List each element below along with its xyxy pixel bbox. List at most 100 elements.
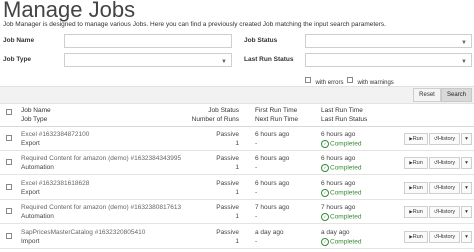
- chevron-down-icon: ▼: [221, 59, 227, 65]
- with-warnings-checkbox[interactable]: [347, 76, 353, 83]
- history-button[interactable]: ↺History: [429, 206, 460, 219]
- number-of-runs: 1: [235, 188, 239, 196]
- row-actions-dropdown[interactable]: ▾: [461, 206, 472, 219]
- job-status-label: Job Status: [244, 37, 278, 44]
- row-select-checkbox[interactable]: [6, 159, 12, 166]
- last-run-status-label: Completed: [330, 213, 362, 221]
- job-type: Automation: [21, 164, 54, 172]
- check-circle-icon: ✓: [321, 213, 329, 222]
- last-run-status-label: Completed: [330, 238, 362, 246]
- header-first-run-time[interactable]: First Run Time: [255, 107, 297, 114]
- next-run-time: -: [255, 237, 258, 245]
- run-button[interactable]: ▶Run: [404, 181, 428, 194]
- page-title: Manage Jobs: [3, 0, 136, 22]
- table-row: Excel #1632381618628 Export Passive 1 6 hour…: [0, 176, 474, 200]
- row-actions-dropdown[interactable]: ▾: [461, 133, 472, 145]
- chevron-down-icon: ▾: [465, 233, 468, 240]
- check-circle-icon: ✓: [321, 237, 329, 246]
- check-circle-icon: ✓: [321, 164, 329, 173]
- row-select-checkbox[interactable]: [6, 232, 12, 239]
- chevron-down-icon: ▼: [461, 40, 467, 46]
- last-run-status: ✓ Completed: [321, 188, 361, 197]
- header-number-of-runs[interactable]: Number of Runs: [183, 116, 239, 123]
- last-run-time: 6 hours ago: [321, 155, 356, 163]
- job-name-input[interactable]: [64, 34, 232, 48]
- history-label: History: [438, 136, 456, 142]
- last-run-status: ✓ Completed: [321, 237, 362, 246]
- row-select-checkbox[interactable]: [6, 183, 12, 190]
- job-type-label: Job Type: [3, 56, 32, 63]
- job-name-link[interactable]: Excel #1632381618628: [21, 180, 89, 187]
- last-run-time: 6 hours ago: [321, 179, 356, 187]
- first-run-time: 6 hours ago: [255, 131, 290, 138]
- page-description: Job Manager is designed to manage variou…: [3, 21, 386, 28]
- first-run-time: 6 hours ago: [255, 179, 290, 187]
- last-run-status-label: Completed: [330, 165, 362, 173]
- header-last-run-status[interactable]: Last Run Status: [321, 116, 367, 123]
- job-name-label: Job Name: [3, 37, 35, 44]
- header-last-run-time[interactable]: Last Run Time: [321, 107, 363, 114]
- header-job-type[interactable]: Job Type: [21, 116, 47, 123]
- first-run-time: 6 hours ago: [255, 155, 290, 163]
- first-run-time: 7 hours ago: [255, 204, 290, 212]
- chevron-down-icon: ▾: [465, 209, 468, 216]
- history-label: History: [438, 233, 456, 240]
- first-run-time: a day ago: [255, 228, 284, 236]
- job-name-link[interactable]: Required Content for amazon (demo) #1632…: [21, 204, 181, 211]
- history-button[interactable]: ↺History: [429, 157, 460, 170]
- search-button[interactable]: Search: [441, 88, 472, 102]
- table-row: Required Content for amazon (demo) #1632…: [0, 151, 474, 176]
- check-circle-icon: ✓: [321, 188, 329, 197]
- select-all-checkbox[interactable]: [6, 109, 12, 115]
- history-label: History: [438, 209, 456, 216]
- next-run-time: -: [255, 164, 258, 172]
- job-status: Passive: [216, 155, 239, 163]
- table-row: Required Content for amazon (demo) #1632…: [0, 200, 474, 225]
- row-actions-dropdown[interactable]: ▾: [461, 181, 472, 194]
- run-button[interactable]: ▶Run: [404, 230, 428, 243]
- last-run-time: a day ago: [321, 228, 350, 236]
- row-select-checkbox[interactable]: [6, 135, 12, 141]
- number-of-runs: 1: [235, 237, 239, 245]
- row-actions-dropdown[interactable]: ▾: [461, 157, 472, 170]
- last-run-time: 6 hours ago: [321, 131, 356, 138]
- table-row: SapPricesMasterCatalog #1632320805410 Imp…: [0, 225, 474, 249]
- job-name-link[interactable]: Required Content for amazon (demo) #1632…: [21, 155, 181, 162]
- job-name-link[interactable]: SapPricesMasterCatalog #1632320805410: [21, 229, 145, 236]
- run-button[interactable]: ▶Run: [404, 157, 428, 170]
- run-label: Run: [412, 184, 423, 191]
- next-run-time: -: [255, 188, 258, 196]
- chevron-down-icon: ▾: [465, 136, 468, 142]
- table-row: Excel #1632384872100 Export Passive 1 6 hour…: [0, 127, 474, 151]
- job-status: Passive: [216, 179, 239, 187]
- job-name-link[interactable]: Excel #1632384872100: [21, 131, 89, 138]
- history-button[interactable]: ↺History: [429, 181, 460, 194]
- header-job-status[interactable]: Job Status: [193, 107, 239, 114]
- run-button[interactable]: ▶Run: [404, 206, 428, 219]
- run-label: Run: [412, 209, 423, 216]
- job-status: Passive: [216, 204, 239, 212]
- reset-button[interactable]: Reset: [413, 88, 441, 102]
- run-button[interactable]: ▶Run: [404, 133, 428, 145]
- last-run-status-select[interactable]: ▼: [305, 53, 472, 67]
- number-of-runs: 1: [235, 140, 239, 147]
- next-run-time: -: [255, 213, 258, 221]
- last-run-status-label: Last Run Status: [244, 56, 294, 63]
- history-button[interactable]: ↺History: [429, 133, 460, 145]
- header-next-run-time[interactable]: Next Run Time: [255, 116, 298, 123]
- history-button[interactable]: ↺History: [429, 230, 460, 243]
- job-status: Passive: [216, 131, 239, 138]
- run-label: Run: [412, 160, 423, 167]
- run-label: Run: [412, 136, 423, 142]
- last-run-status: ✓ Completed: [321, 164, 362, 173]
- row-actions-dropdown[interactable]: ▾: [461, 230, 472, 243]
- job-type-select[interactable]: ▼: [64, 53, 232, 67]
- job-status: Passive: [216, 228, 239, 236]
- run-label: Run: [412, 233, 423, 240]
- number-of-runs: 1: [235, 213, 239, 221]
- job-status-select[interactable]: ▼: [305, 34, 472, 48]
- number-of-runs: 1: [235, 164, 239, 172]
- row-select-checkbox[interactable]: [6, 208, 12, 215]
- with-errors-checkbox[interactable]: [305, 76, 311, 83]
- header-job-name[interactable]: Job Name: [21, 107, 51, 114]
